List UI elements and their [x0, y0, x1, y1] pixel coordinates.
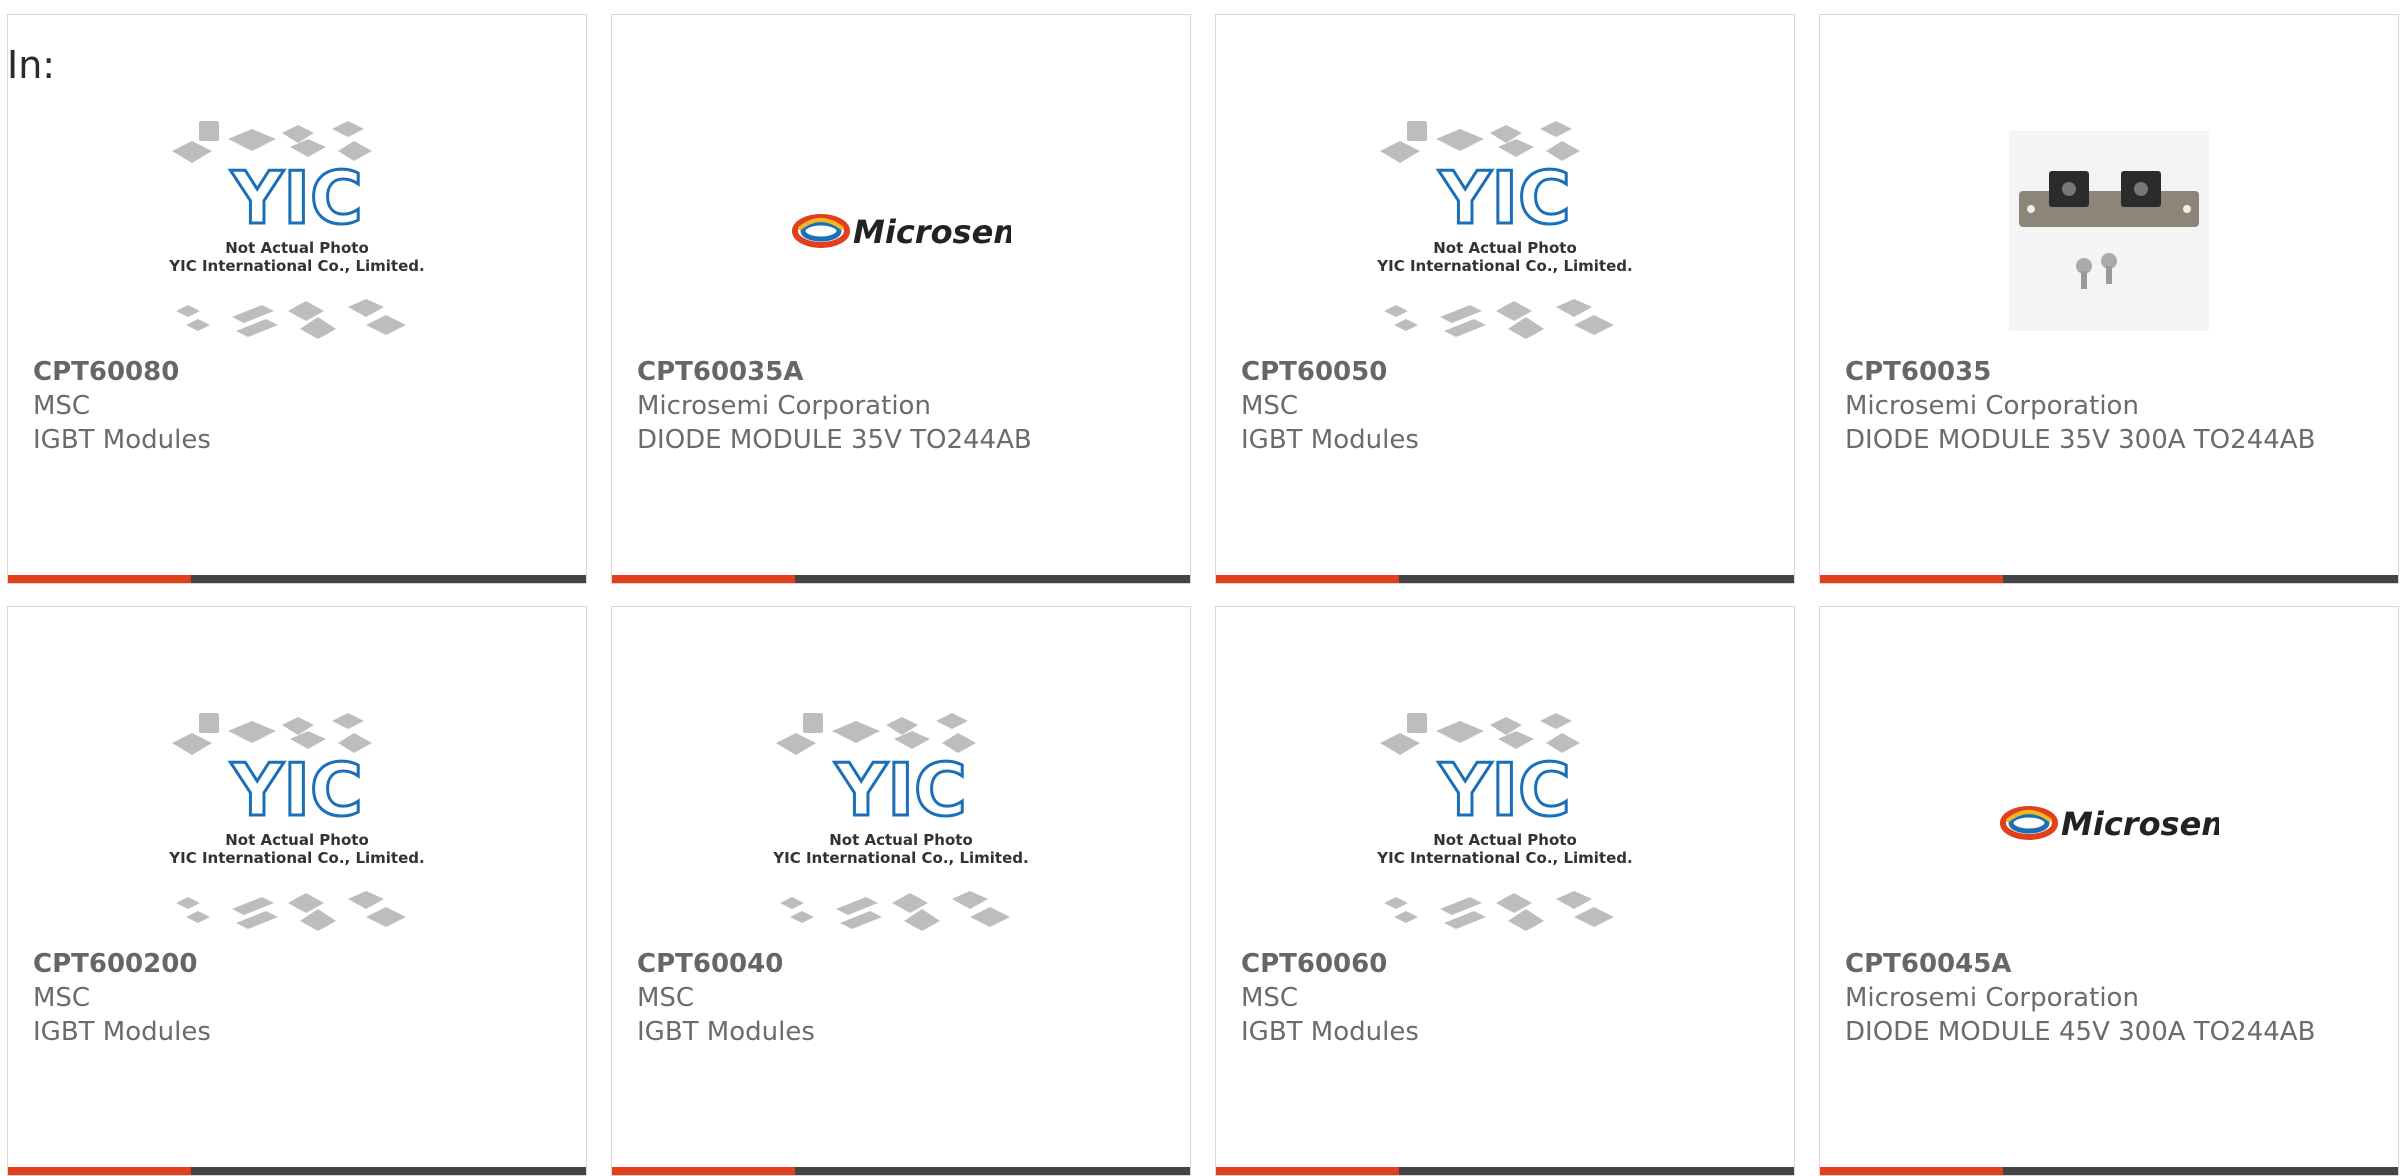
svg-text:Microsemi: Microsemi: [853, 213, 1011, 251]
product-card[interactable]: YIC Not Actual Photo YIC International C…: [1215, 14, 1795, 584]
svg-text:YIC International Co., Limited: YIC International Co., Limited.: [168, 257, 424, 275]
svg-text:YIC International Co., Limited: YIC International Co., Limited.: [772, 849, 1028, 867]
manufacturer: MSC: [33, 391, 91, 421]
description: DIODE MODULE 35V 300A TO244AB: [1845, 425, 2316, 455]
product-card[interactable]: Microsemi CPT60035A Microsemi Corporatio…: [611, 14, 1191, 584]
yic-placeholder-icon: YIC Not Actual Photo YIC International C…: [772, 713, 1029, 931]
yic-placeholder-icon: YIC Not Actual Photo YIC International C…: [1376, 121, 1633, 339]
card-accent-bar: [1820, 1167, 2398, 1175]
svg-text:Not Actual Photo: Not Actual Photo: [1433, 239, 1577, 257]
product-card[interactable]: YIC Not Actual Photo YIC International C…: [1215, 606, 1795, 1176]
part-number[interactable]: CPT60040: [637, 947, 1170, 981]
svg-text:Not Actual Photo: Not Actual Photo: [1433, 831, 1577, 849]
card-accent-bar: [1216, 575, 1794, 583]
microsemi-logo-icon: Microsemi: [792, 213, 1011, 251]
manufacturer: MSC: [33, 983, 91, 1013]
part-number[interactable]: CPT60080: [33, 355, 566, 389]
svg-text:YIC: YIC: [230, 748, 363, 832]
part-number[interactable]: CPT60045A: [1845, 947, 2378, 981]
product-image[interactable]: Microsemi: [1820, 689, 2398, 957]
yic-placeholder-icon: YIC Not Actual Photo YIC International C…: [168, 121, 425, 339]
svg-text:Not Actual Photo: Not Actual Photo: [225, 831, 369, 849]
svg-text:YIC International Co., Limited: YIC International Co., Limited.: [168, 849, 424, 867]
diode-module-photo-icon: [2009, 131, 2209, 331]
svg-text:Not Actual Photo: Not Actual Photo: [225, 239, 369, 257]
description: DIODE MODULE 35V TO244AB: [637, 425, 1032, 455]
svg-text:YIC: YIC: [1438, 748, 1571, 832]
yic-placeholder-icon: YIC Not Actual Photo YIC International C…: [1376, 713, 1633, 931]
card-accent-bar: [8, 1167, 586, 1175]
manufacturer: Microsemi Corporation: [637, 391, 931, 421]
manufacturer: Microsemi Corporation: [1845, 391, 2139, 421]
product-card[interactable]: Microsemi CPT60045A Microsemi Corporatio…: [1819, 606, 2399, 1176]
card-accent-bar: [8, 575, 586, 583]
product-card[interactable]: CPT60035 Microsemi Corporation DIODE MOD…: [1819, 14, 2399, 584]
product-image[interactable]: YIC Not Actual Photo YIC International C…: [8, 689, 586, 957]
card-accent-bar: [1820, 575, 2398, 583]
manufacturer: Microsemi Corporation: [1845, 983, 2139, 1013]
product-card[interactable]: YIC Not Actual Photo YIC International C…: [611, 606, 1191, 1176]
svg-text:YIC International Co., Limited: YIC International Co., Limited.: [1376, 849, 1632, 867]
svg-text:Microsemi: Microsemi: [2061, 805, 2219, 843]
svg-text:YIC: YIC: [834, 748, 967, 832]
product-image[interactable]: Microsemi: [612, 97, 1190, 365]
product-image[interactable]: YIC Not Actual Photo YIC International C…: [1216, 97, 1794, 365]
description: IGBT Modules: [33, 425, 211, 455]
description: IGBT Modules: [637, 1017, 815, 1047]
svg-text:YIC International Co., Limited: YIC International Co., Limited.: [1376, 257, 1632, 275]
svg-text:YIC: YIC: [230, 156, 363, 240]
part-number[interactable]: CPT60060: [1241, 947, 1774, 981]
manufacturer: MSC: [637, 983, 695, 1013]
product-card[interactable]: YIC Not Actual Photo YIC International C…: [7, 606, 587, 1176]
product-image[interactable]: [1820, 97, 2398, 365]
yic-placeholder-icon: YIC Not Actual Photo YIC International C…: [168, 713, 425, 931]
part-number[interactable]: CPT600200: [33, 947, 566, 981]
microsemi-logo-icon: Microsemi: [2000, 805, 2219, 843]
svg-text:YIC: YIC: [1438, 156, 1571, 240]
description: DIODE MODULE 45V 300A TO244AB: [1845, 1017, 2316, 1047]
product-image[interactable]: YIC Not Actual Photo YIC International C…: [612, 689, 1190, 957]
description: IGBT Modules: [33, 1017, 211, 1047]
product-image[interactable]: YIC Not Actual Photo YIC International C…: [1216, 689, 1794, 957]
manufacturer: MSC: [1241, 983, 1299, 1013]
part-number[interactable]: CPT60035A: [637, 355, 1170, 389]
part-number[interactable]: CPT60035: [1845, 355, 2378, 389]
svg-text:Not Actual Photo: Not Actual Photo: [829, 831, 973, 849]
description: IGBT Modules: [1241, 1017, 1419, 1047]
product-card[interactable]: YIC Not Actual Photo YIC International C…: [7, 14, 587, 584]
manufacturer: MSC: [1241, 391, 1299, 421]
product-grid: YIC Not Actual Photo YIC International C…: [7, 14, 2400, 1176]
part-number[interactable]: CPT60050: [1241, 355, 1774, 389]
card-accent-bar: [612, 575, 1190, 583]
product-image[interactable]: YIC Not Actual Photo YIC International C…: [8, 97, 586, 365]
card-accent-bar: [1216, 1167, 1794, 1175]
filter-in-label: In:: [7, 43, 56, 87]
description: IGBT Modules: [1241, 425, 1419, 455]
card-accent-bar: [612, 1167, 1190, 1175]
